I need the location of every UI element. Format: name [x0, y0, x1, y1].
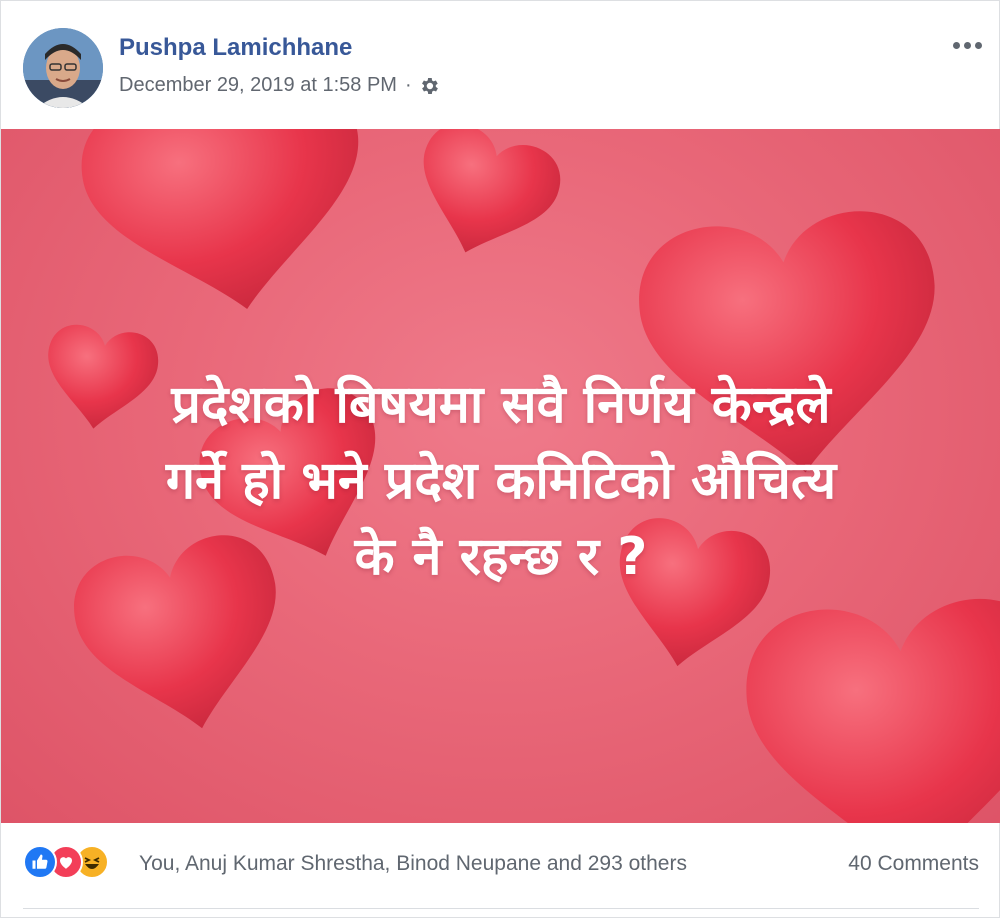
meta-separator: ·	[404, 74, 412, 96]
reaction-icons[interactable]	[23, 845, 109, 879]
like-icon	[23, 845, 57, 879]
author-name[interactable]: Pushpa Lamichhane	[119, 34, 352, 62]
post-meta: December 29, 2019 at 1:58 PM ·	[119, 74, 440, 97]
caption-line: गर्ने हो भने प्रदेश कमिटिको औचित्य	[165, 451, 837, 511]
reactions-summary[interactable]: You, Anuj Kumar Shrestha, Binod Neupane …	[139, 852, 687, 876]
heart-shape	[399, 129, 570, 274]
footer-divider	[23, 908, 979, 909]
post-timestamp[interactable]: December 29, 2019 at 1:58 PM	[119, 74, 397, 97]
image-caption-text: प्रदेशको बिषयमा सवै निर्णय केन्द्रले गर्…	[1, 367, 1000, 595]
avatar-image	[23, 28, 103, 108]
comments-count[interactable]: 40 Comments	[848, 852, 979, 876]
more-options-icon[interactable]	[947, 31, 987, 59]
caption-line: के नै रहन्छ र ?	[354, 527, 648, 587]
heart-shape	[71, 129, 385, 334]
post-footer: You, Anuj Kumar Shrestha, Binod Neupane …	[1, 823, 1000, 918]
author-avatar[interactable]	[23, 28, 103, 108]
caption-line: प्रदेशको बिषयमा सवै निर्णय केन्द्रले	[171, 375, 831, 435]
heart-shape	[740, 593, 1000, 823]
post-image[interactable]: प्रदेशको बिषयमा सवै निर्णय केन्द्रले गर्…	[1, 129, 1000, 823]
gear-icon[interactable]	[418, 75, 440, 97]
post-header: Pushpa Lamichhane December 29, 2019 at 1…	[1, 1, 1000, 129]
facebook-post: Pushpa Lamichhane December 29, 2019 at 1…	[0, 0, 1000, 918]
